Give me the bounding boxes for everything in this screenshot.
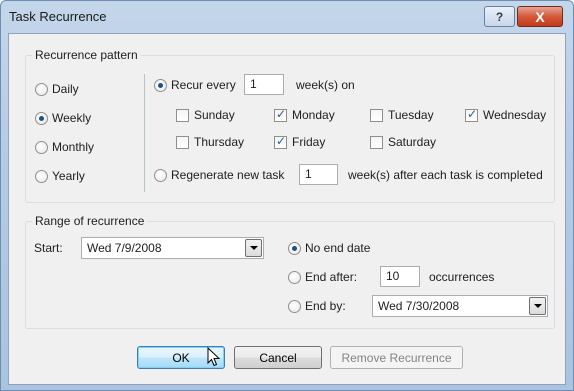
remove-recurrence-button[interactable]: Remove Recurrence [330,346,463,369]
checkbox-friday-label: Friday [292,135,326,149]
regenerate-suffix: week(s) after each task is completed [348,168,543,182]
checkmark-icon[interactable] [274,134,287,149]
checkbox-sunday[interactable]: Sunday [176,108,235,122]
radio-button-icon[interactable] [35,140,48,154]
checkbox-tuesday-label: Tuesday [388,108,434,122]
radio-end-after[interactable]: End after: [288,270,357,284]
occurrences-label: occurrences [429,270,495,284]
recurrence-pattern-label: Recurrence pattern [32,48,141,62]
chevron-down-icon[interactable] [529,297,546,315]
radio-yearly-label: Yearly [52,169,85,183]
radio-button-icon[interactable] [288,299,301,313]
regenerate-weeks-input[interactable]: 1 [299,164,338,185]
checkbox-icon[interactable] [176,135,189,149]
radio-regenerate[interactable]: Regenerate new task [154,168,284,182]
checkbox-thursday-label: Thursday [194,135,245,149]
checkbox-friday[interactable]: Friday [274,134,326,149]
cancel-button[interactable]: Cancel [234,346,322,369]
mouse-pointer-icon [207,347,221,367]
range-of-recurrence-group: Range of recurrence Start: Wed 7/9/2008 … [25,214,555,329]
radio-button-icon[interactable] [288,270,301,284]
radio-monthly[interactable]: Monthly [35,140,94,154]
chevron-down-icon[interactable] [245,239,262,257]
checkbox-wednesday[interactable]: Wednesday [465,107,547,122]
start-date-dropdown[interactable]: Wed 7/9/2008 [81,237,264,259]
radio-button-icon[interactable] [154,168,167,182]
help-icon: ? [495,9,504,24]
radio-weekly-label: Weekly [52,111,92,125]
checkbox-wednesday-label: Wednesday [483,108,547,122]
radio-weekly[interactable]: Weekly [35,111,91,125]
end-by-date-dropdown[interactable]: Wed 7/30/2008 [372,295,548,317]
task-recurrence-dialog: Task Recurrence ? X Recurrence pattern D… [0,0,574,391]
radio-daily[interactable]: Daily [35,82,79,96]
radio-button-icon[interactable] [154,78,167,92]
dialog-body: Recurrence pattern Daily Weekly Monthly … [8,33,566,385]
end-by-date-value: Wed 7/30/2008 [378,299,460,313]
checkbox-tuesday[interactable]: Tuesday [370,108,434,122]
radio-button-icon[interactable] [35,111,48,125]
radio-button-icon[interactable] [35,82,48,96]
checkbox-sunday-label: Sunday [194,108,235,122]
checkbox-icon[interactable] [370,108,383,122]
end-after-label: End after: [305,270,358,284]
range-of-recurrence-label: Range of recurrence [32,214,148,228]
end-after-occurrences-input[interactable]: 10 [380,266,420,287]
checkbox-monday-label: Monday [292,108,335,122]
close-button[interactable]: X [517,6,563,27]
start-date-value: Wed 7/9/2008 [87,241,162,255]
radio-yearly[interactable]: Yearly [35,169,85,183]
title-bar[interactable]: Task Recurrence ? X [1,1,573,33]
radio-recur-every[interactable]: Recur every [154,78,236,92]
dialog-title: Task Recurrence [9,9,107,24]
recurrence-pattern-group: Recurrence pattern Daily Weekly Monthly … [25,48,555,203]
checkmark-icon[interactable] [465,107,478,122]
radio-button-icon[interactable] [35,169,48,183]
radio-button-icon[interactable] [288,241,301,255]
recur-every-suffix: week(s) on [296,78,355,92]
radio-monthly-label: Monthly [52,140,95,154]
pattern-divider [144,74,145,192]
help-button[interactable]: ? [484,6,515,27]
checkbox-saturday[interactable]: Saturday [370,135,436,149]
checkbox-icon[interactable] [176,108,189,122]
checkbox-thursday[interactable]: Thursday [176,135,244,149]
radio-daily-label: Daily [52,82,79,96]
radio-no-end-date[interactable]: No end date [288,241,370,255]
end-by-label: End by: [305,299,346,313]
radio-end-by[interactable]: End by: [288,299,346,313]
regenerate-label: Regenerate new task [171,168,285,182]
checkbox-monday[interactable]: Monday [274,107,335,122]
recur-every-weeks-input[interactable]: 1 [244,74,284,95]
start-label: Start: [34,241,63,255]
checkmark-icon[interactable] [274,107,287,122]
checkbox-icon[interactable] [370,135,383,149]
checkbox-saturday-label: Saturday [388,135,437,149]
close-icon: X [535,8,545,25]
recur-every-label: Recur every [171,78,236,92]
no-end-date-label: No end date [305,241,371,255]
